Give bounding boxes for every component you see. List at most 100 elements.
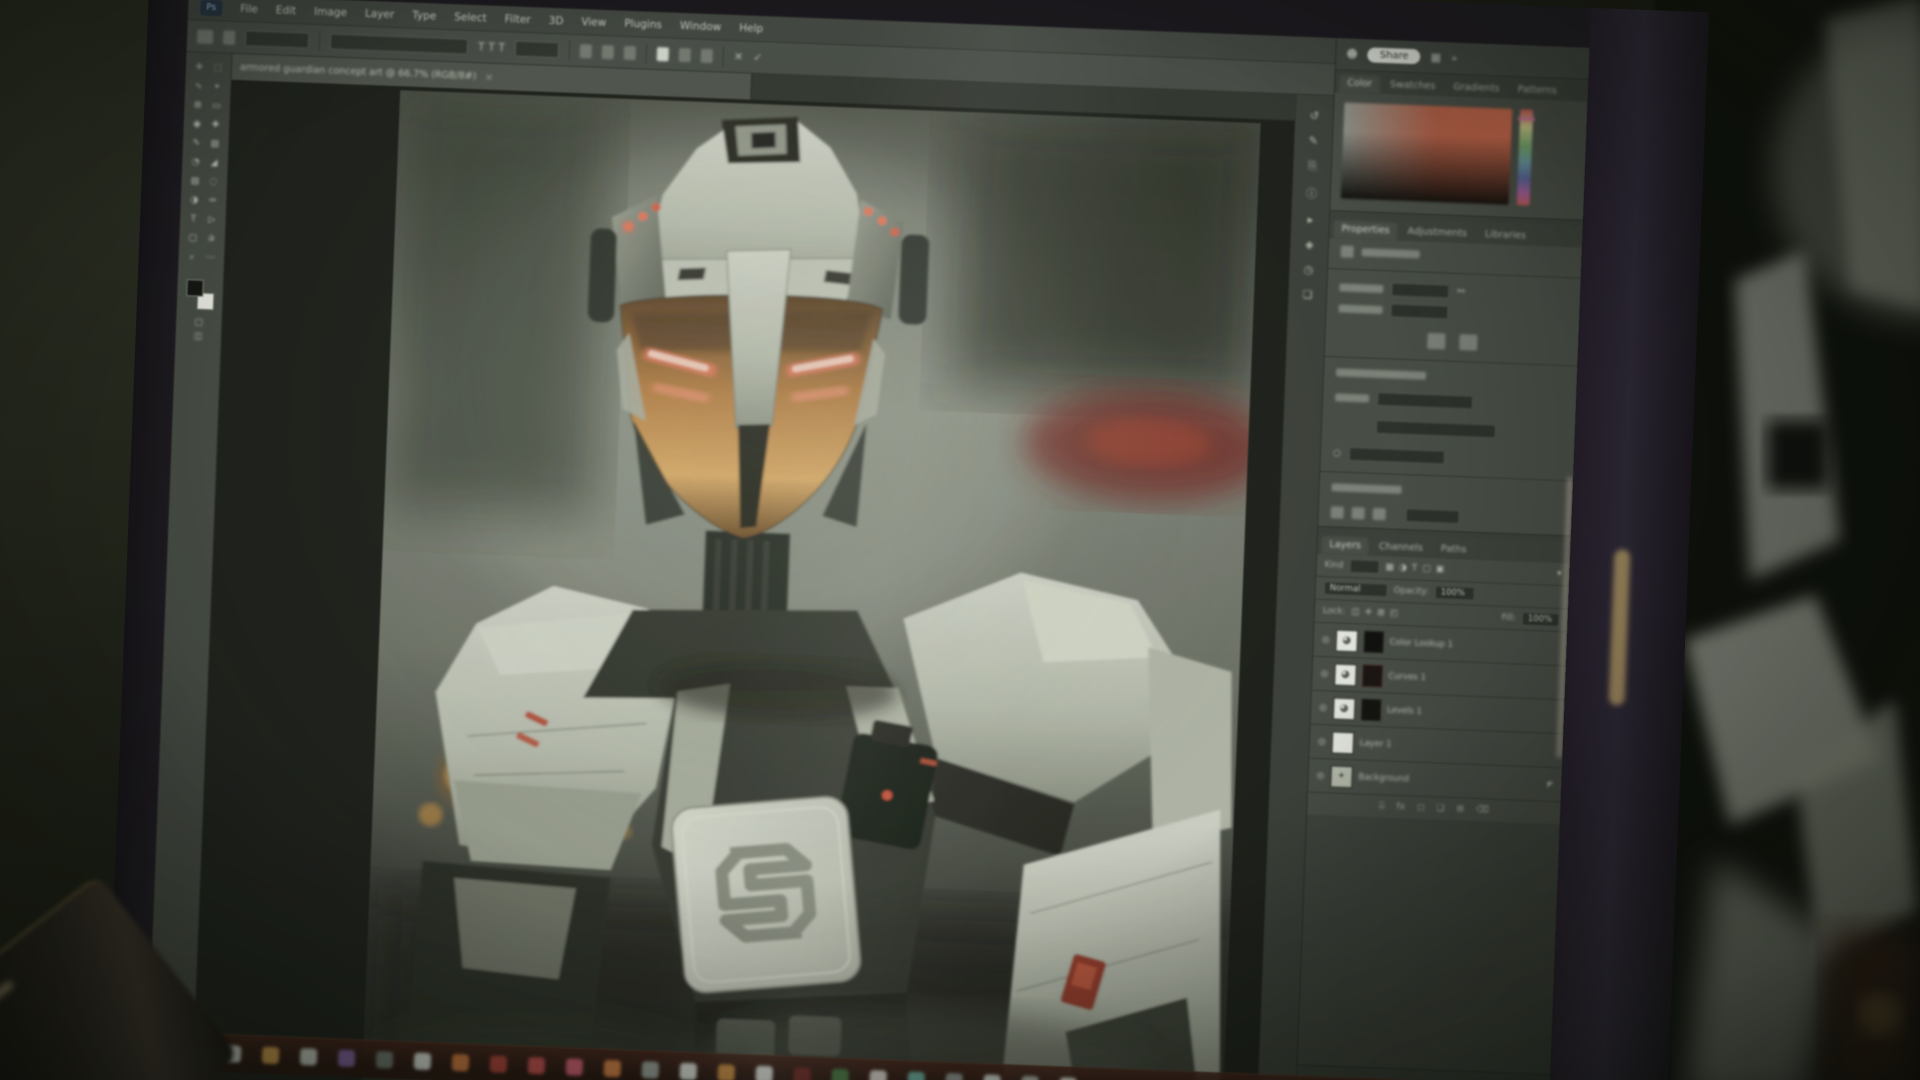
filter-kind-icon[interactable]: ◑: [1399, 563, 1407, 573]
filter-kind-icon[interactable]: ▣: [1436, 564, 1445, 574]
type-tool[interactable]: T: [185, 210, 202, 228]
photoshop-app-icon[interactable]: Ps: [200, 0, 223, 16]
menu-item-file[interactable]: File: [240, 3, 258, 16]
object-selection-tool[interactable]: ⌖: [208, 78, 225, 96]
dodge-tool[interactable]: ◑: [186, 191, 203, 209]
frame-tool[interactable]: ▭: [208, 97, 225, 115]
lock-icon[interactable]: ✛: [1364, 608, 1372, 618]
text-color-swatch[interactable]: [657, 47, 670, 61]
pen-tool[interactable]: ✑: [204, 192, 221, 210]
tab-paths[interactable]: Paths: [1432, 540, 1474, 560]
mode-dropdown[interactable]: [1377, 392, 1473, 410]
lock-icon[interactable]: ⊞: [1377, 608, 1385, 618]
canvas-area[interactable]: [193, 80, 1295, 1080]
guides-icon[interactable]: [1372, 508, 1385, 520]
notes-icon[interactable]: ❏: [1302, 288, 1312, 301]
taskbar-app-icon[interactable]: [490, 1055, 508, 1073]
menu-item-select[interactable]: Select: [454, 11, 487, 24]
hand-tool[interactable]: ✰: [203, 230, 220, 248]
cancel-icon[interactable]: ✕: [734, 50, 744, 63]
layer-mask-thumbnail[interactable]: [1361, 698, 1382, 721]
kind-dropdown[interactable]: [1349, 559, 1380, 574]
taskbar-app-icon[interactable]: [679, 1063, 697, 1080]
eraser-tool[interactable]: ◢: [205, 154, 222, 172]
align-right-icon[interactable]: [624, 45, 637, 59]
adjustment-thumbnail[interactable]: ◕: [1334, 663, 1357, 686]
taskbar-app-icon[interactable]: [528, 1057, 546, 1075]
taskbar-app-icon[interactable]: [262, 1047, 280, 1065]
taskbar-app-icon[interactable]: [604, 1060, 622, 1078]
taskbar-app-icon[interactable]: [907, 1071, 925, 1080]
visibility-eye-icon[interactable]: ◎: [1316, 770, 1324, 780]
height-field[interactable]: [1390, 303, 1448, 319]
timeline-icon[interactable]: ◷: [1303, 263, 1313, 276]
adjustment-thumbnail[interactable]: ◕: [1333, 697, 1356, 720]
menu-item-plugins[interactable]: Plugins: [624, 17, 662, 30]
layer-mask-thumbnail[interactable]: [1363, 630, 1384, 653]
filter-kind-icon[interactable]: ▢: [1422, 564, 1431, 574]
hue-slider[interactable]: [1517, 109, 1534, 205]
edit-toolbar[interactable]: ⋯: [202, 249, 219, 267]
gradient-tool[interactable]: ▧: [186, 172, 203, 190]
layers-footer-icon[interactable]: ⌸: [1379, 801, 1385, 811]
crop-tool[interactable]: ⊞: [189, 96, 206, 114]
flip-horizontal-button[interactable]: [1427, 333, 1446, 350]
filter-kind-icon[interactable]: ▦: [1385, 562, 1394, 572]
layers-footer-icon[interactable]: ❏: [1436, 804, 1444, 814]
menu-item-type[interactable]: Type: [412, 9, 437, 22]
preset-dropdown[interactable]: [245, 30, 310, 48]
taskbar-app-icon[interactable]: [831, 1068, 849, 1080]
quick-action-field[interactable]: [1405, 508, 1459, 524]
menu-item-view[interactable]: View: [581, 16, 606, 29]
lock-icon[interactable]: ◫: [1351, 607, 1360, 617]
close-icon[interactable]: ×: [484, 70, 494, 83]
layer-mask-thumbnail[interactable]: [1362, 664, 1383, 687]
foreground-color-swatch[interactable]: [186, 279, 204, 297]
fill-dropdown[interactable]: [1349, 447, 1445, 465]
tool-preset-icon[interactable]: [197, 29, 214, 44]
history-brush-tool[interactable]: ◔: [187, 153, 204, 171]
tab-swatches[interactable]: Swatches: [1382, 76, 1444, 96]
shape-tool[interactable]: ▢: [184, 229, 201, 247]
hue-marker[interactable]: [1518, 117, 1535, 121]
collapse-panels-icon[interactable]: »: [1451, 52, 1458, 65]
layers-footer-icon[interactable]: ◻: [1417, 803, 1425, 813]
fill-field[interactable]: 100%: [1522, 612, 1561, 627]
background-thumbnail[interactable]: ✦: [1330, 765, 1353, 788]
warp-text-icon[interactable]: [679, 47, 692, 61]
taskbar-app-icon[interactable]: [945, 1073, 963, 1080]
taskbar-app-icon[interactable]: [376, 1051, 394, 1069]
user-avatar-icon[interactable]: ☻: [1346, 47, 1358, 60]
tab-libraries[interactable]: Libraries: [1477, 226, 1535, 246]
layers-footer-icon[interactable]: ⌫: [1476, 805, 1489, 815]
workspace-icon[interactable]: ▦: [1430, 51, 1441, 64]
tab-gradients[interactable]: Gradients: [1445, 78, 1508, 98]
visibility-eye-icon[interactable]: ◎: [1319, 702, 1327, 712]
width-field[interactable]: [1391, 282, 1449, 298]
menu-item-layer[interactable]: Layer: [365, 7, 395, 20]
menu-item-help[interactable]: Help: [739, 22, 763, 35]
lasso-tool[interactable]: ∿: [190, 77, 207, 95]
taskbar-app-icon[interactable]: [566, 1058, 584, 1076]
commit-icon[interactable]: ✓: [753, 51, 763, 64]
layer-thumbnail[interactable]: [1331, 731, 1354, 754]
move-tool[interactable]: ✛: [191, 58, 208, 76]
taskbar-app-icon[interactable]: [1021, 1076, 1039, 1080]
path-select-tool[interactable]: ▷: [203, 211, 220, 229]
clone-source-icon[interactable]: ⎘: [1308, 159, 1317, 173]
menu-item-filter[interactable]: Filter: [504, 13, 530, 26]
color-swatches[interactable]: [184, 279, 215, 310]
actions-icon[interactable]: ▸: [1307, 213, 1313, 226]
history-icon[interactable]: ↺: [1310, 109, 1320, 122]
taskbar-app-icon[interactable]: [717, 1064, 735, 1080]
eyedropper-tool[interactable]: ◉: [188, 115, 205, 133]
taskbar-app-icon[interactable]: [869, 1070, 887, 1080]
taskbar-app-icon[interactable]: [300, 1048, 318, 1066]
clone-stamp-tool[interactable]: ▨: [206, 135, 223, 153]
tab-properties[interactable]: Properties: [1333, 220, 1398, 240]
taskbar-app-icon[interactable]: [793, 1067, 811, 1080]
flip-vertical-button[interactable]: [1459, 334, 1478, 351]
ruler-icon[interactable]: [1330, 506, 1343, 518]
zoom-tool[interactable]: ⌕: [183, 248, 200, 266]
blend-mode-dropdown[interactable]: Normal: [1324, 581, 1388, 597]
